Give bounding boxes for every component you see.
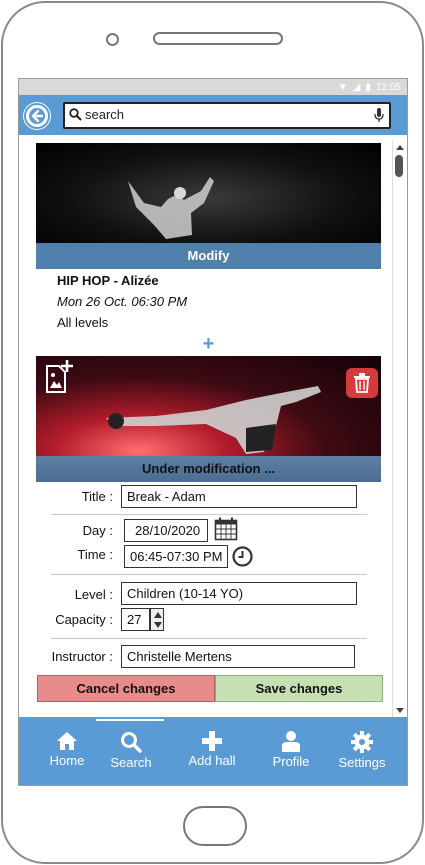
back-button[interactable] — [24, 103, 50, 129]
camera — [106, 33, 119, 46]
instructor-field[interactable]: Christelle Mertens — [121, 645, 355, 668]
title-label: Title : — [81, 489, 113, 504]
nav-settings-label: Settings — [338, 755, 386, 770]
divider — [51, 638, 367, 639]
calendar-icon[interactable] — [214, 517, 238, 541]
content-area: Modify HIP HOP - Alizée Mon 26 Oct. 06:3… — [19, 135, 407, 717]
event-card: Modify HIP HOP - Alizée Mon 26 Oct. 06:3… — [36, 143, 381, 354]
status-time: 12:05 — [375, 82, 401, 93]
screen: ▼ ◢ ▮ 12:05 search Modify HIP HOP - Aliz… — [18, 78, 408, 786]
wifi-icon: ▼ — [337, 82, 348, 93]
nav-home-label: Home — [49, 753, 85, 768]
signal-icon: ◢ — [352, 82, 361, 93]
nav-search-label: Search — [110, 755, 152, 770]
title-field[interactable]: Break - Adam — [121, 485, 357, 508]
cancel-changes-button[interactable]: Cancel changes — [37, 675, 215, 702]
microphone-icon[interactable] — [374, 108, 384, 123]
day-label: Day : — [82, 523, 113, 538]
user-icon — [282, 731, 300, 752]
modify-button[interactable]: Modify — [36, 243, 381, 269]
nav-settings[interactable]: Settings — [331, 717, 393, 785]
gear-icon — [351, 731, 373, 753]
delete-button[interactable] — [346, 368, 378, 398]
nav-add-hall[interactable]: Add hall — [179, 717, 245, 785]
level-field[interactable]: Children (10-14 YO) — [121, 582, 357, 605]
modification-status-bar: Under modification ... — [36, 456, 381, 482]
back-arrow-icon — [29, 108, 45, 124]
event-date: Mon 26 Oct. 06:30 PM — [57, 294, 188, 309]
edit-event-card: Under modification ... — [36, 356, 381, 482]
search-input[interactable]: search — [63, 102, 391, 129]
instructor-label: Instructor : — [51, 649, 113, 664]
capacity-label: Capacity : — [55, 612, 113, 627]
scrollbar[interactable] — [392, 141, 405, 717]
nav-profile[interactable]: Profile — [261, 717, 321, 785]
search-icon — [121, 732, 142, 753]
breakdancer-silhouette — [106, 386, 321, 454]
divider — [51, 514, 367, 515]
event-image — [36, 143, 381, 243]
scroll-up-icon[interactable] — [396, 145, 404, 150]
event-level: All levels — [57, 315, 109, 330]
search-placeholder: search — [85, 107, 125, 122]
event-info: HIP HOP - Alizée Mon 26 Oct. 06:30 PM Al… — [36, 269, 381, 335]
trash-icon — [354, 373, 370, 393]
bottom-nav: Home Search Add hall Profile Settings — [19, 717, 407, 785]
time-label: Time : — [77, 547, 113, 562]
nav-profile-label: Profile — [272, 754, 310, 769]
status-bar: ▼ ◢ ▮ 12:05 — [19, 79, 407, 95]
time-field[interactable]: 06:45-07:30 PM — [124, 545, 228, 568]
level-label: Level : — [74, 587, 113, 602]
nav-search[interactable]: Search — [101, 717, 161, 785]
add-event-button[interactable]: + — [36, 334, 381, 354]
search-icon — [69, 108, 82, 121]
scroll-thumb[interactable] — [395, 155, 403, 177]
capacity-field[interactable]: 27 — [121, 608, 150, 631]
stepper-up-icon[interactable] — [154, 612, 162, 618]
capacity-stepper[interactable] — [150, 608, 164, 631]
divider — [51, 574, 367, 575]
dancer-silhouette — [128, 177, 214, 239]
top-bar: search — [19, 95, 407, 135]
scroll-down-icon[interactable] — [396, 708, 404, 713]
day-field[interactable]: 28/10/2020 — [124, 519, 208, 542]
battery-icon: ▮ — [365, 82, 371, 93]
save-changes-button[interactable]: Save changes — [215, 675, 383, 702]
home-icon — [57, 732, 77, 750]
clock-icon[interactable] — [232, 546, 253, 567]
speaker — [153, 32, 283, 45]
event-title: HIP HOP - Alizée — [57, 273, 159, 288]
plus-icon — [202, 731, 222, 751]
nav-home[interactable]: Home — [37, 717, 97, 785]
event-image-editing — [36, 356, 381, 456]
stepper-down-icon[interactable] — [154, 622, 162, 628]
nav-add-hall-label: Add hall — [188, 753, 236, 768]
add-image-icon[interactable] — [45, 360, 75, 394]
home-hardware-button[interactable] — [183, 806, 247, 846]
